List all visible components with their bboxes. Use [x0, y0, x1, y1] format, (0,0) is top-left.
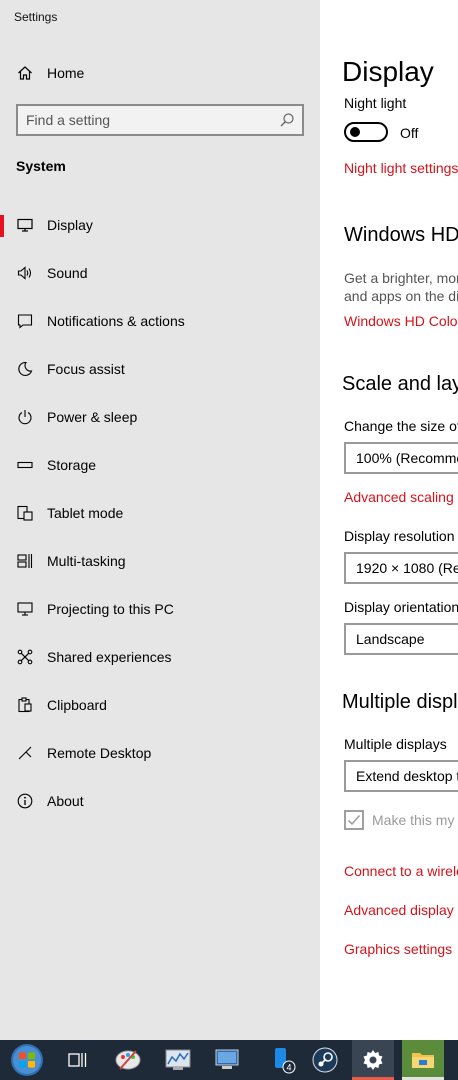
settings-taskbar-button[interactable]	[352, 1040, 394, 1080]
drive-icon	[16, 456, 34, 474]
graphics-settings-link[interactable]: Graphics settings	[344, 941, 452, 957]
sidebar-item-storage[interactable]: Storage	[0, 445, 320, 485]
power-icon	[16, 408, 34, 426]
paint-app-button[interactable]	[106, 1040, 150, 1080]
resolution-dropdown[interactable]: 1920 × 1080 (Recommended)	[344, 552, 458, 584]
multiple-displays-dropdown-value: Extend desktop to this display	[356, 768, 458, 784]
sidebar-item-display[interactable]: Display	[0, 205, 320, 245]
sidebar-item-label: Display	[47, 217, 93, 233]
clipboard-icon	[16, 696, 34, 714]
home-icon	[16, 64, 34, 82]
remote-connection-button[interactable]	[204, 1040, 250, 1080]
night-light-toggle[interactable]	[344, 122, 388, 142]
search-icon[interactable]	[279, 112, 295, 128]
wireless-display-link[interactable]: Connect to a wireless display	[344, 863, 458, 879]
project-icon	[16, 600, 34, 618]
search-input[interactable]	[26, 111, 266, 129]
sidebar-item-shared-experiences[interactable]: Shared experiences	[0, 637, 320, 677]
sidebar-item-tablet-mode[interactable]: Tablet mode	[0, 493, 320, 533]
main-display-checkbox[interactable]	[344, 810, 364, 830]
multiple-displays-label: Multiple displays	[344, 736, 447, 752]
sidebar-item-label: Shared experiences	[47, 649, 172, 665]
sidebar-item-about[interactable]: About	[0, 781, 320, 821]
main-display-checkbox-label: Make this my main display	[372, 812, 458, 828]
sidebar-item-power-sleep[interactable]: Power & sleep	[0, 397, 320, 437]
file-explorer-button[interactable]	[402, 1040, 444, 1080]
sidebar-item-label: Focus assist	[47, 361, 125, 377]
performance-monitor-icon	[165, 1049, 191, 1070]
sidebar-item-label: Remote Desktop	[47, 745, 152, 761]
sidebar-item-clipboard[interactable]: Clipboard	[0, 685, 320, 725]
steam-button[interactable]	[304, 1040, 346, 1080]
main-content: Display Night light Off Night light sett…	[320, 0, 458, 1040]
monitor-icon	[16, 216, 34, 234]
hdr-settings-link[interactable]: Windows HD Color settings	[344, 313, 458, 329]
hdr-description-line1: Get a brighter, more vibrant picture in …	[344, 270, 458, 286]
remote-connection-icon	[215, 1049, 239, 1069]
resolution-label: Display resolution	[344, 528, 455, 544]
moon-icon	[16, 360, 34, 378]
sidebar-item-label: About	[47, 793, 84, 809]
orientation-dropdown-value: Landscape	[356, 631, 425, 647]
multiple-displays-heading: Multiple displays	[342, 691, 458, 713]
multitask-icon	[16, 552, 34, 570]
sidebar-item-projecting[interactable]: Projecting to this PC	[0, 589, 320, 629]
multiple-displays-dropdown[interactable]: Extend desktop to this display	[344, 760, 458, 792]
resolution-dropdown-value: 1920 × 1080 (Recommended)	[356, 560, 458, 576]
sidebar-item-focus-assist[interactable]: Focus assist	[0, 349, 320, 389]
hdr-description-line2: and apps on the display selected above.	[344, 288, 458, 304]
page-title: Display	[342, 56, 434, 87]
steam-icon	[312, 1047, 338, 1073]
sidebar-item-label: Power & sleep	[47, 409, 138, 425]
settings-gear-icon	[363, 1050, 383, 1070]
section-heading: System	[16, 158, 66, 174]
home-button[interactable]: Home	[0, 53, 320, 93]
sidebar-item-remote-desktop[interactable]: Remote Desktop	[0, 733, 320, 773]
advanced-scaling-link[interactable]: Advanced scaling settings	[344, 489, 458, 505]
share-icon	[16, 648, 34, 666]
speaker-icon	[16, 264, 34, 282]
checkmark-icon	[347, 814, 361, 826]
sidebar-item-label: Projecting to this PC	[47, 601, 174, 617]
sidebar-item-label: Notifications & actions	[47, 313, 185, 329]
sidebar-item-label: Tablet mode	[47, 505, 124, 521]
sidebar: Settings Home System Display Sound Notif…	[0, 0, 320, 1040]
phone-app-icon: 4	[275, 1048, 296, 1074]
scale-heading: Scale and layout	[342, 373, 458, 395]
orientation-dropdown[interactable]: Landscape	[344, 623, 458, 655]
home-label: Home	[47, 65, 85, 81]
task-view-icon	[68, 1053, 87, 1067]
taskbar-badge-count: 4	[286, 1063, 291, 1073]
orientation-label: Display orientation	[344, 599, 458, 615]
sidebar-item-label: Clipboard	[47, 697, 107, 713]
text-size-label: Change the size of text, apps, and other…	[344, 418, 458, 434]
sidebar-item-sound[interactable]: Sound	[0, 253, 320, 293]
taskbar: 4	[0, 1040, 458, 1080]
scale-dropdown[interactable]: 100% (Recommended)	[344, 442, 458, 474]
sidebar-item-label: Sound	[47, 265, 88, 281]
search-box[interactable]	[16, 104, 304, 136]
scale-dropdown-value: 100% (Recommended)	[356, 450, 458, 466]
phone-app-button[interactable]: 4	[258, 1040, 304, 1080]
message-icon	[16, 312, 34, 330]
tablet-icon	[16, 504, 34, 522]
advanced-display-link[interactable]: Advanced display settings	[344, 902, 458, 918]
sidebar-item-notifications[interactable]: Notifications & actions	[0, 301, 320, 341]
hdr-heading: Windows HD Color	[344, 224, 458, 246]
paint-app-icon	[115, 1050, 141, 1070]
sidebar-item-label: Multi-tasking	[47, 553, 126, 569]
info-icon	[16, 792, 34, 810]
sidebar-item-multi-tasking[interactable]: Multi-tasking	[0, 541, 320, 581]
sidebar-item-label: Storage	[47, 457, 97, 473]
night-light-state: Off	[400, 125, 419, 141]
start-orb-icon	[11, 1044, 43, 1076]
window-title: Settings	[14, 10, 58, 24]
performance-monitor-button[interactable]	[156, 1040, 200, 1080]
start-button[interactable]	[4, 1040, 50, 1080]
remote-desktop-icon	[16, 744, 34, 762]
file-explorer-icon	[412, 1053, 434, 1068]
task-view-button[interactable]	[56, 1040, 100, 1080]
night-light-label: Night light	[344, 95, 407, 111]
night-light-settings-link[interactable]: Night light settings	[344, 160, 458, 176]
